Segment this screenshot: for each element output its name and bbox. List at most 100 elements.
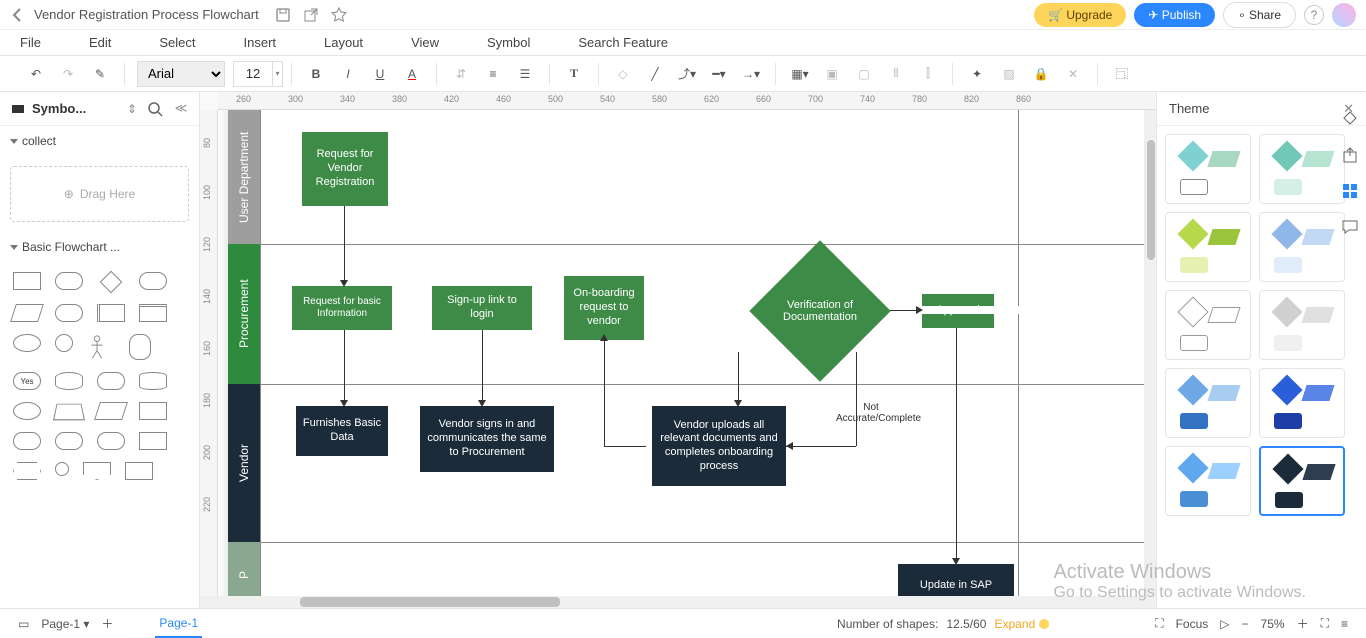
crop-button[interactable]: ▧ xyxy=(997,62,1021,86)
collapse-panel-icon[interactable]: ≪ xyxy=(173,101,189,117)
shape-connector[interactable] xyxy=(55,462,69,476)
theme-tile-5[interactable] xyxy=(1165,290,1251,360)
shape-terminator[interactable] xyxy=(139,272,167,290)
export-icon[interactable] xyxy=(1341,146,1359,164)
section-collect[interactable]: collect xyxy=(0,126,199,156)
node-request-registration[interactable]: Request for Vendor Registration xyxy=(302,132,388,206)
node-signup-link[interactable]: Sign-up link to login xyxy=(432,286,532,330)
line-style-button[interactable]: ━▾ xyxy=(707,62,731,86)
canvas[interactable]: User Department Procurement Vendor P Req… xyxy=(228,110,1144,596)
lock-button[interactable]: 🔒 xyxy=(1029,62,1053,86)
fit-button[interactable]: ⛶ xyxy=(1155,616,1163,631)
more-button[interactable]: ⿹ xyxy=(1110,62,1134,86)
theme-tile-6[interactable] xyxy=(1259,290,1345,360)
undo-button[interactable]: ↶ xyxy=(24,62,48,86)
underline-button[interactable]: U xyxy=(368,62,392,86)
add-page-button[interactable]: ＋ xyxy=(101,615,113,632)
menu-edit[interactable]: Edit xyxy=(89,35,111,50)
align-button[interactable]: ≡ xyxy=(481,62,505,86)
shape-parallelogram[interactable] xyxy=(10,304,44,322)
share-button[interactable]: ∘ Share xyxy=(1223,2,1296,28)
drag-here-zone[interactable]: ⊕ Drag Here xyxy=(10,166,189,222)
menu-search-feature[interactable]: Search Feature xyxy=(578,35,668,50)
align-objects-button[interactable]: ⫴ xyxy=(884,62,908,86)
arrange-button[interactable]: ▦▾ xyxy=(788,62,812,86)
node-update-sap[interactable]: Update in SAP xyxy=(898,564,1014,596)
shape-card[interactable] xyxy=(129,334,151,360)
distribute-button[interactable]: ⫿ xyxy=(916,62,940,86)
line-color-button[interactable]: ╱ xyxy=(643,62,667,86)
node-request-basic-info[interactable]: Request for basic Information xyxy=(292,286,392,330)
shape-loop[interactable] xyxy=(97,432,125,450)
shape-ellipse[interactable] xyxy=(13,334,41,352)
shape-predefined[interactable] xyxy=(97,304,125,322)
group-button[interactable]: ▣ xyxy=(820,62,844,86)
shape-storage[interactable] xyxy=(97,372,125,390)
bold-button[interactable]: B xyxy=(304,62,328,86)
back-icon[interactable] xyxy=(10,7,26,23)
menu-view[interactable]: View xyxy=(411,35,439,50)
tools-button[interactable]: ✕ xyxy=(1061,62,1085,86)
menu-select[interactable]: Select xyxy=(159,35,195,50)
save-icon[interactable] xyxy=(275,7,291,23)
shape-display[interactable] xyxy=(13,432,41,450)
shape-yes[interactable]: Yes xyxy=(13,372,41,390)
zoom-in-button[interactable]: ＋ xyxy=(1297,615,1309,632)
comment-icon[interactable] xyxy=(1341,218,1359,236)
line-spacing-button[interactable]: ☰ xyxy=(513,62,537,86)
text-direction-button[interactable]: ⇵ xyxy=(449,62,473,86)
theme-tile-2[interactable] xyxy=(1259,134,1345,204)
connector-style-button[interactable]: ⤴▾ xyxy=(675,62,699,86)
shape-doc[interactable] xyxy=(139,432,167,450)
node-verification[interactable]: Verification of Documentation xyxy=(750,270,890,352)
fill-button[interactable]: ◇ xyxy=(611,62,635,86)
expand-button[interactable]: Expand xyxy=(994,617,1035,631)
node-furnishes-data[interactable]: Furnishes Basic Data xyxy=(296,406,388,456)
theme-tile-3[interactable] xyxy=(1165,212,1251,282)
zoom-out-button[interactable]: − xyxy=(1242,617,1249,631)
page-tab[interactable]: Page-1 xyxy=(155,610,202,638)
italic-button[interactable]: I xyxy=(336,62,360,86)
shape-delay[interactable] xyxy=(55,432,83,450)
shape-circle[interactable] xyxy=(55,334,73,352)
menu-layout[interactable]: Layout xyxy=(324,35,363,50)
help-button[interactable]: ? xyxy=(1304,5,1324,25)
shape-para2[interactable] xyxy=(94,402,128,420)
fill-icon[interactable] xyxy=(1341,110,1359,128)
effects-button[interactable]: ✦ xyxy=(965,62,989,86)
horizontal-scrollbar[interactable] xyxy=(200,596,1156,608)
upgrade-button[interactable]: 🛒 Upgrade xyxy=(1034,3,1126,27)
shape-manual[interactable] xyxy=(139,402,167,420)
shape-offpage[interactable] xyxy=(83,462,111,480)
shape-rounded[interactable] xyxy=(55,272,83,290)
node-onboarding-request[interactable]: On-boarding request to vendor xyxy=(564,276,644,340)
vertical-scrollbar[interactable] xyxy=(1146,110,1156,596)
shape-rectangle[interactable] xyxy=(13,272,41,290)
zoom-value[interactable]: 75% xyxy=(1261,617,1285,631)
font-size-dropdown[interactable]: ▾ xyxy=(273,61,283,87)
theme-tile-1[interactable] xyxy=(1165,134,1251,204)
search-icon[interactable] xyxy=(147,101,163,117)
shape-tag[interactable] xyxy=(125,462,153,480)
theme-tile-7[interactable] xyxy=(1165,368,1251,438)
font-color-button[interactable]: A xyxy=(400,62,424,86)
menu-insert[interactable]: Insert xyxy=(244,35,277,50)
menu-symbol[interactable]: Symbol xyxy=(487,35,530,50)
node-vendor-signs-in[interactable]: Vendor signs in and communicates the sam… xyxy=(420,406,554,472)
shape-oval2[interactable] xyxy=(13,402,41,420)
section-basic-flowchart[interactable]: Basic Flowchart ... xyxy=(0,232,199,262)
arrow-style-button[interactable]: →▾ xyxy=(739,62,763,86)
focus-button[interactable]: Focus xyxy=(1176,617,1209,631)
settings-icon[interactable]: ≡ xyxy=(1341,617,1348,631)
font-select[interactable]: Arial xyxy=(137,61,225,87)
menu-file[interactable]: File xyxy=(20,35,41,50)
theme-tile-8[interactable] xyxy=(1259,368,1345,438)
avatar[interactable] xyxy=(1332,3,1356,27)
lane-vendor[interactable]: Vendor xyxy=(228,384,260,542)
expand-symbols-icon[interactable]: ⇕ xyxy=(127,102,137,116)
node-vendor-uploads[interactable]: Vendor uploads all relevant documents an… xyxy=(652,406,786,486)
star-icon[interactable] xyxy=(331,7,347,23)
ungroup-button[interactable]: ▢ xyxy=(852,62,876,86)
shape-actor[interactable] xyxy=(87,334,115,360)
shape-hex[interactable] xyxy=(13,462,41,480)
